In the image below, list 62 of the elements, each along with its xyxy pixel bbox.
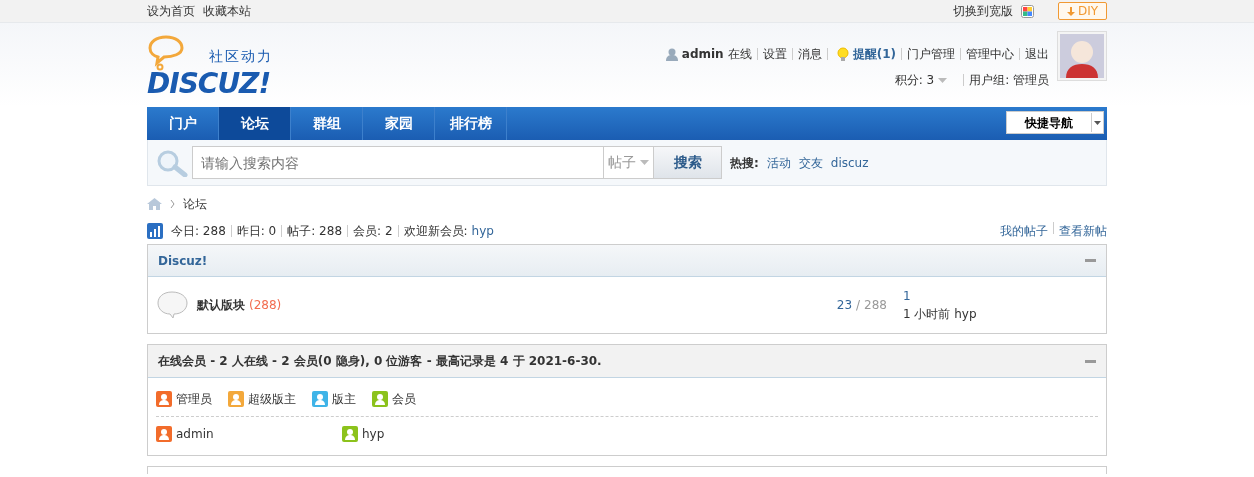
user-link[interactable]: 消息 — [797, 45, 822, 63]
last-post-time: 1 小时前 hyp — [903, 306, 977, 323]
caret-icon[interactable] — [938, 77, 948, 83]
chevron-icon — [170, 199, 175, 209]
top-link[interactable]: 设为首页 — [147, 2, 195, 20]
member-link[interactable]: hyp — [362, 425, 385, 443]
hot-search-link[interactable]: 交友 — [798, 153, 823, 172]
username-link[interactable]: admin — [681, 45, 724, 63]
credits-link[interactable]: 积分: 3 — [894, 71, 935, 89]
count-divider: / — [856, 297, 861, 314]
new-member-link[interactable]: hyp — [471, 222, 494, 240]
today-count: (288) — [249, 297, 282, 314]
stat-text: 昨日: 0 — [236, 223, 277, 240]
quick-nav-button[interactable]: 快捷导航 — [1006, 111, 1104, 134]
wide-version-link[interactable]: 切换到宽版 — [952, 2, 1013, 20]
breadcrumb-link[interactable]: 论坛 — [183, 197, 207, 211]
bar-chart-icon — [147, 223, 163, 239]
user-icon — [665, 47, 678, 61]
logo-tagline: 社区动力 — [209, 47, 273, 66]
legend-label: 超级版主 — [248, 391, 296, 408]
stat-text: 会员: 2 — [353, 223, 393, 240]
speech-bubble-icon — [156, 290, 189, 320]
member-link[interactable]: admin — [176, 425, 214, 443]
category-title[interactable]: Discuz! — [158, 251, 208, 270]
online-title: 在线会员 - 2 人在线 - 2 会员(0 隐身), 0 位游客 - 最高记录是 4 于 2021-6-30. — [158, 353, 602, 370]
home-icon[interactable] — [147, 198, 162, 210]
color-palette-icon[interactable] — [1020, 4, 1034, 18]
search-button[interactable]: 搜索 — [654, 146, 722, 179]
search-field[interactable]: 请输入搜索内容 — [192, 146, 604, 179]
legend-label: 版主 — [332, 391, 356, 408]
user-link[interactable]: 管理中心 — [966, 45, 1014, 63]
online-status: 在线 — [727, 46, 752, 63]
stat-link[interactable]: 我的帖子 — [1000, 222, 1048, 240]
user-link[interactable]: 退出 — [1025, 45, 1049, 63]
hot-search-label: 热搜: — [730, 154, 759, 172]
top-link[interactable]: 收藏本站 — [203, 2, 251, 20]
down-arrow-icon — [1066, 7, 1075, 16]
nav-tab[interactable]: 论坛 — [219, 107, 291, 140]
caret-icon — [1094, 120, 1101, 125]
stat-text: 帖子: 288 — [287, 223, 343, 240]
search-icon — [156, 148, 188, 177]
collapse-icon[interactable] — [1085, 359, 1096, 363]
user-group: 用户组: 管理员 — [969, 71, 1049, 89]
thread-count: 23 — [836, 297, 853, 314]
reminder-link[interactable]: 提醒(1) — [852, 45, 896, 63]
hot-search-link[interactable]: 活动 — [766, 153, 791, 172]
forum-name-link[interactable]: 默认版块 — [197, 296, 245, 314]
speech-bubble-logo-icon — [147, 35, 185, 71]
caret-icon — [640, 160, 649, 165]
logo-text[interactable]: DISCUZ! — [147, 71, 273, 97]
legend-label: 会员 — [392, 391, 416, 408]
user-link[interactable]: 门户管理 — [907, 45, 955, 63]
welcome-label: 欢迎新会员: — [403, 223, 468, 240]
hot-search-link[interactable]: discuz — [830, 153, 869, 172]
stat-link[interactable]: 查看新帖 — [1059, 222, 1107, 240]
last-post-link[interactable]: 1 — [903, 287, 911, 305]
lightbulb-icon — [836, 46, 849, 62]
stat-text: 今日: 288 — [171, 223, 226, 240]
legend-label: 管理员 — [176, 391, 212, 408]
avatar[interactable] — [1057, 31, 1107, 81]
user-link[interactable]: 设置 — [762, 45, 787, 63]
post-count: 288 — [864, 297, 887, 314]
